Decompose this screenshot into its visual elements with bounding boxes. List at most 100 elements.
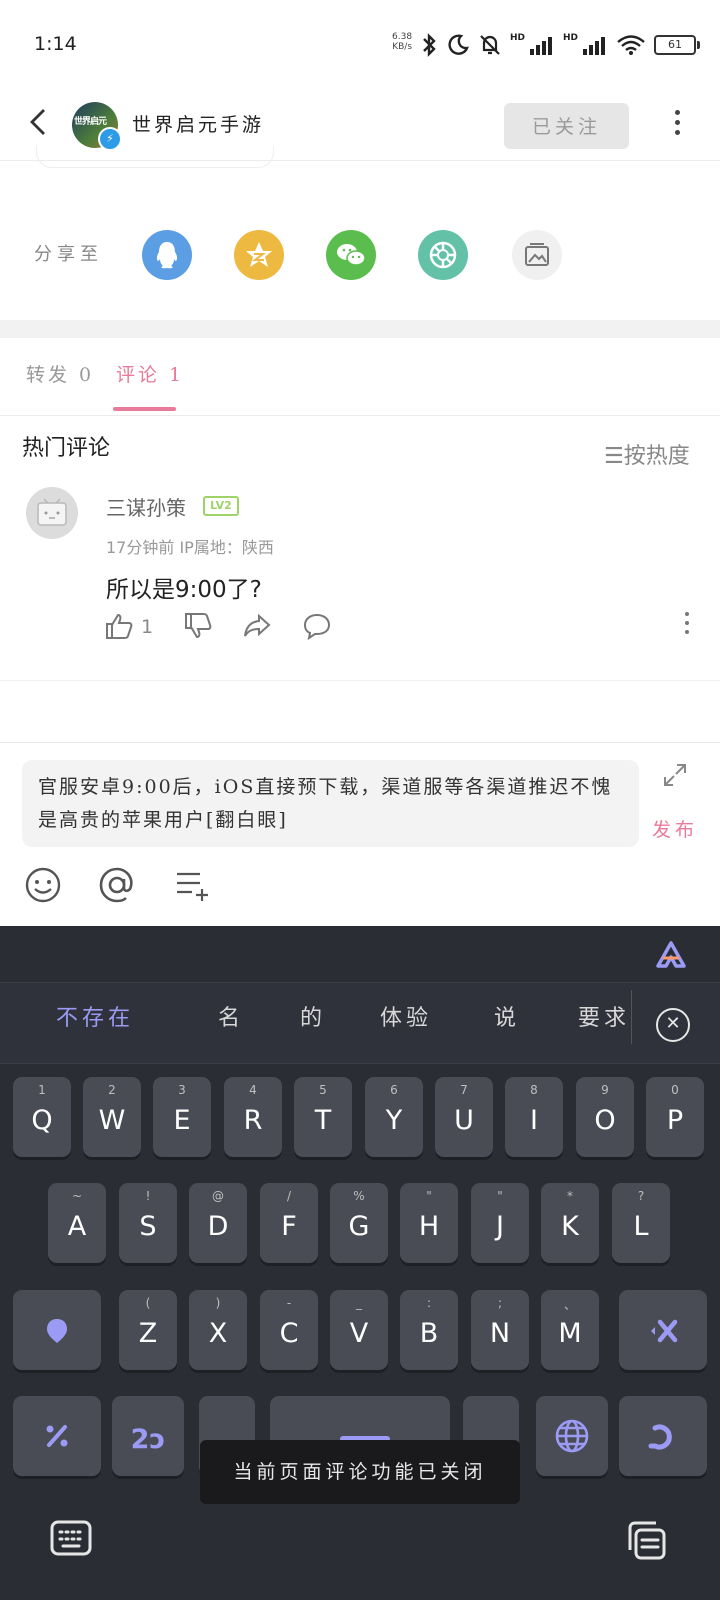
key-y[interactable]: 6Y: [365, 1077, 423, 1157]
voice-icon: [47, 1319, 67, 1343]
like-icon[interactable]: [104, 612, 134, 640]
mention-icon[interactable]: [97, 866, 137, 904]
key-b[interactable]: :B: [400, 1290, 458, 1370]
tabs-border: [0, 415, 720, 416]
candidate-6[interactable]: 要求: [578, 1000, 630, 1032]
dislike-icon[interactable]: [183, 612, 213, 640]
key-m[interactable]: 、 M: [541, 1290, 599, 1370]
bluetooth-icon: [423, 33, 436, 57]
key-w[interactable]: 2W: [83, 1077, 141, 1157]
signal-icon-2: [583, 37, 606, 55]
sort-button[interactable]: ☰按热度: [604, 438, 690, 470]
status-time: 1:14: [34, 33, 77, 55]
more-options-icon[interactable]: [672, 110, 682, 140]
key-h[interactable]: " H: [400, 1183, 458, 1263]
language-key[interactable]: [536, 1396, 608, 1476]
key-o[interactable]: 9O: [576, 1077, 634, 1157]
candidate-5[interactable]: 说: [494, 1000, 520, 1032]
key-u[interactable]: 7U: [435, 1077, 493, 1157]
hd-label-2: HD: [563, 33, 579, 43]
commenter-avatar[interactable]: [26, 487, 78, 539]
hot-comments-title: 热门评论: [22, 436, 111, 461]
enter-key[interactable]: [619, 1396, 707, 1476]
key-r[interactable]: 4R: [224, 1077, 282, 1157]
tab-reposts[interactable]: 转发 0: [26, 360, 94, 387]
key-n[interactable]: ; N: [471, 1290, 529, 1370]
clipboard-icon[interactable]: [626, 1520, 668, 1562]
wifi-icon: [617, 35, 645, 55]
candidate-3[interactable]: 的: [300, 1000, 326, 1032]
key-k[interactable]: * K: [541, 1183, 599, 1263]
toast-message: 当前页面评论功能已关闭: [200, 1440, 520, 1504]
status-icons: HD HD 61: [420, 28, 701, 62]
compose-separator: [0, 742, 720, 743]
comment-more-icon[interactable]: [682, 612, 692, 638]
partial-card-edge: [36, 145, 274, 168]
key-j[interactable]: " J: [471, 1183, 529, 1263]
key-p[interactable]: 0P: [646, 1077, 704, 1157]
close-candidates-icon[interactable]: ✕: [656, 1008, 690, 1042]
qq-share-icon[interactable]: [142, 230, 192, 280]
key-g[interactable]: % G: [330, 1183, 388, 1263]
key-v[interactable]: _ V: [330, 1290, 388, 1370]
active-tab-indicator: [113, 407, 176, 411]
emoji-icon[interactable]: [24, 866, 62, 904]
symbols-key[interactable]: [13, 1396, 101, 1476]
key-x[interactable]: ) X: [189, 1290, 247, 1370]
expand-icon[interactable]: [662, 762, 688, 788]
key-e[interactable]: 3E: [153, 1077, 211, 1157]
candidate-4[interactable]: 体验: [380, 1000, 432, 1032]
key-s[interactable]: ! S: [119, 1183, 177, 1263]
comment-meta: 17分钟前 IP属地：陕西: [106, 538, 274, 557]
key-c[interactable]: -C: [260, 1290, 318, 1370]
comment-separator: [0, 680, 720, 681]
follow-button[interactable]: 已关注: [504, 103, 629, 149]
candidate-2[interactable]: 名: [218, 1000, 244, 1032]
key-i[interactable]: 8I: [505, 1077, 563, 1157]
moments-share-icon[interactable]: [418, 230, 468, 280]
signal-icon-1: [530, 37, 553, 55]
section-divider: [0, 320, 720, 338]
like-count: 1: [141, 616, 154, 638]
logo-text: 世界启元: [74, 117, 107, 127]
mute-bell-icon: [480, 35, 500, 55]
tab-comments[interactable]: 评论 1: [116, 360, 184, 387]
percent-icon: [46, 1425, 68, 1447]
comment-text[interactable]: 所以是9:00了?: [106, 570, 262, 604]
candidate-1[interactable]: 不存在: [56, 1000, 134, 1032]
share-icon[interactable]: [242, 612, 272, 640]
candidate-divider: [631, 990, 632, 1044]
reply-icon[interactable]: [302, 612, 332, 640]
number-key[interactable]: 2ↄ: [112, 1396, 184, 1476]
voice-key[interactable]: [13, 1290, 101, 1370]
key-z[interactable]: (Z: [119, 1290, 177, 1370]
level-badge: LV2: [203, 496, 239, 516]
key-l[interactable]: ? L: [612, 1183, 670, 1263]
network-speed: 6.38 KB/s: [392, 32, 413, 52]
key-q[interactable]: 1Q: [13, 1077, 71, 1157]
key-t[interactable]: 5T: [294, 1077, 352, 1157]
topic-list-icon[interactable]: [174, 866, 210, 904]
keyboard-switch-icon[interactable]: [50, 1520, 92, 1556]
share-label: 分享至: [34, 244, 103, 265]
keyboard-logo-icon[interactable]: [654, 940, 688, 970]
hd-label-1: HD: [510, 33, 526, 43]
publish-button[interactable]: 发布: [652, 815, 698, 842]
commenter-name[interactable]: 三谋孙策: [106, 492, 186, 521]
backspace-icon: [651, 1319, 678, 1343]
wechat-share-icon[interactable]: [326, 230, 376, 280]
key-d[interactable]: @ D: [189, 1183, 247, 1263]
qzone-share-icon[interactable]: [234, 230, 284, 280]
comment-input-text[interactable]: 官服安卓9:00后，iOS直接预下载，渠道服等各渠道推迟不愧是高贵的苹果用户[翻…: [38, 771, 628, 837]
back-icon[interactable]: [22, 104, 58, 140]
sort-label: 按热度: [623, 444, 690, 469]
battery-indicator: 61: [654, 35, 701, 55]
image-share-icon[interactable]: [512, 230, 562, 280]
account-name[interactable]: 世界启元手游: [132, 110, 264, 137]
list-icon: ☰: [604, 444, 624, 469]
globe-icon: [555, 1419, 589, 1453]
key-a[interactable]: ~ A: [48, 1183, 106, 1263]
backspace-key[interactable]: [619, 1290, 707, 1370]
key-f[interactable]: / F: [260, 1183, 318, 1263]
enter-icon: [648, 1424, 672, 1450]
